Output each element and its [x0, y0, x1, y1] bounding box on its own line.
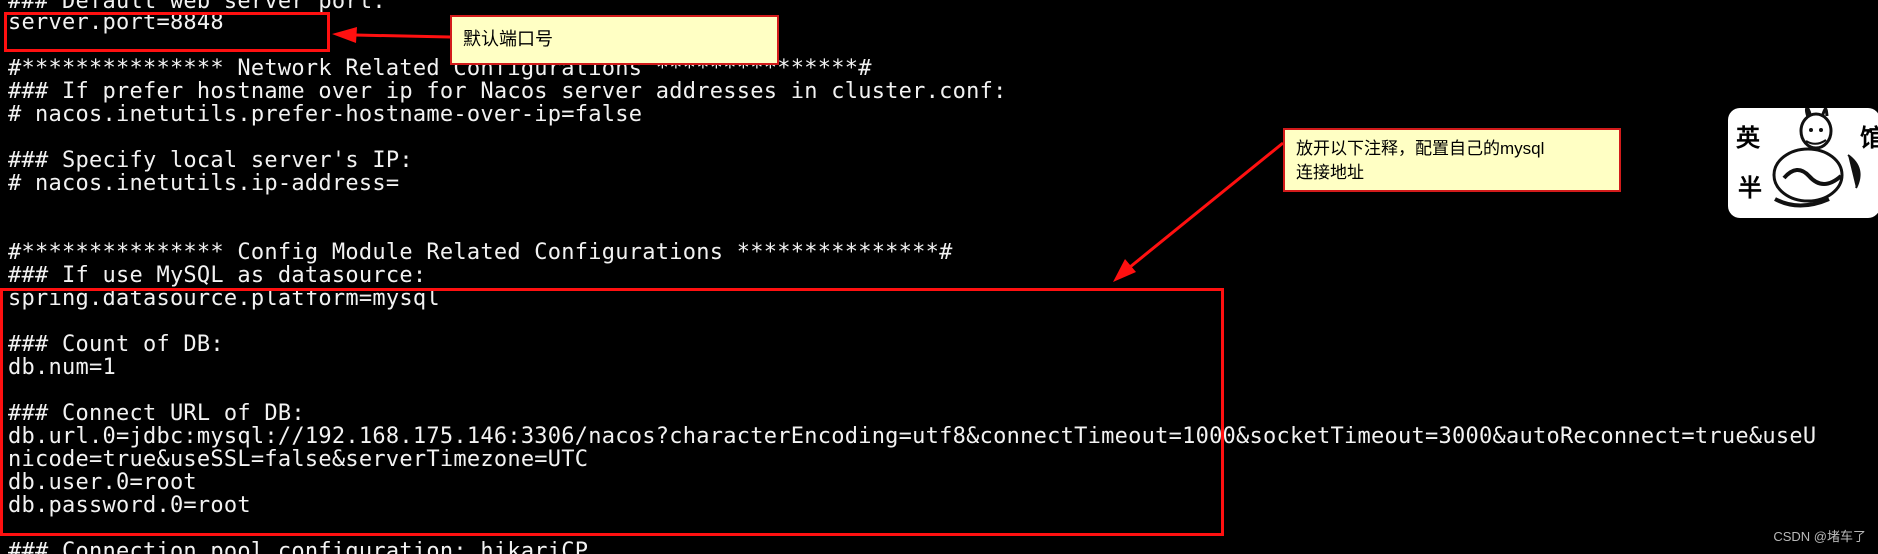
terminal-line: ### If use MySQL as datasource:: [8, 263, 427, 288]
terminal-line: ### Connect URL of DB:: [8, 401, 305, 426]
terminal-line: db.user.0=root: [8, 470, 197, 495]
terminal-line: server.port=8848: [8, 10, 224, 35]
port-arrow-line: [354, 33, 451, 39]
mysql-callout-line: 放开以下注释，配置自己的mysql: [1296, 139, 1545, 158]
terminal-line: db.url.0=jdbc:mysql://192.168.175.146:33…: [8, 424, 1817, 449]
terminal-line: db.password.0=root: [8, 493, 251, 518]
terminal-line: ### Count of DB:: [8, 332, 224, 357]
terminal-line: # nacos.inetutils.prefer-hostname-over-i…: [8, 102, 643, 127]
rabbit-drawing: [1772, 108, 1861, 208]
terminal-line: #*************** Config Module Related C…: [8, 240, 953, 265]
rabbit-dark-shape: [1847, 154, 1861, 189]
default-port-callout: 默认端口号: [450, 15, 779, 65]
cartoon-rabbit-sticker-icon: 英 半 馆: [1728, 108, 1878, 218]
terminal-line: # nacos.inetutils.ip-address=: [8, 171, 400, 196]
mysql-arrow-line: [1129, 141, 1284, 269]
screenshot-canvas: ### Default web server port: server.port…: [0, 0, 1878, 554]
csdn-watermark: CSDN @堵车了: [1773, 529, 1866, 544]
terminal-line: ### If prefer hostname over ip for Nacos…: [8, 79, 1007, 104]
terminal-line: ### Connection pool configuration: hikar…: [8, 539, 589, 554]
default-port-callout-text: 默认端口号: [463, 29, 553, 49]
terminal-line: spring.datasource.platform=mysql: [8, 286, 440, 311]
rabbit-eye-left: [1809, 128, 1813, 132]
mysql-callout: 放开以下注释，配置自己的mysql 连接地址: [1283, 128, 1621, 192]
mysql-callout-line: 连接地址: [1296, 163, 1364, 182]
terminal-line: ### Specify local server's IP:: [8, 148, 413, 173]
port-arrow-head: [332, 27, 357, 43]
terminal-line: nicode=true&useSSL=false&serverTimezone=…: [8, 447, 589, 472]
terminal-line: db.num=1: [8, 355, 116, 380]
mysql-arrow-head: [1113, 259, 1136, 282]
rabbit-eye-right: [1819, 128, 1823, 132]
